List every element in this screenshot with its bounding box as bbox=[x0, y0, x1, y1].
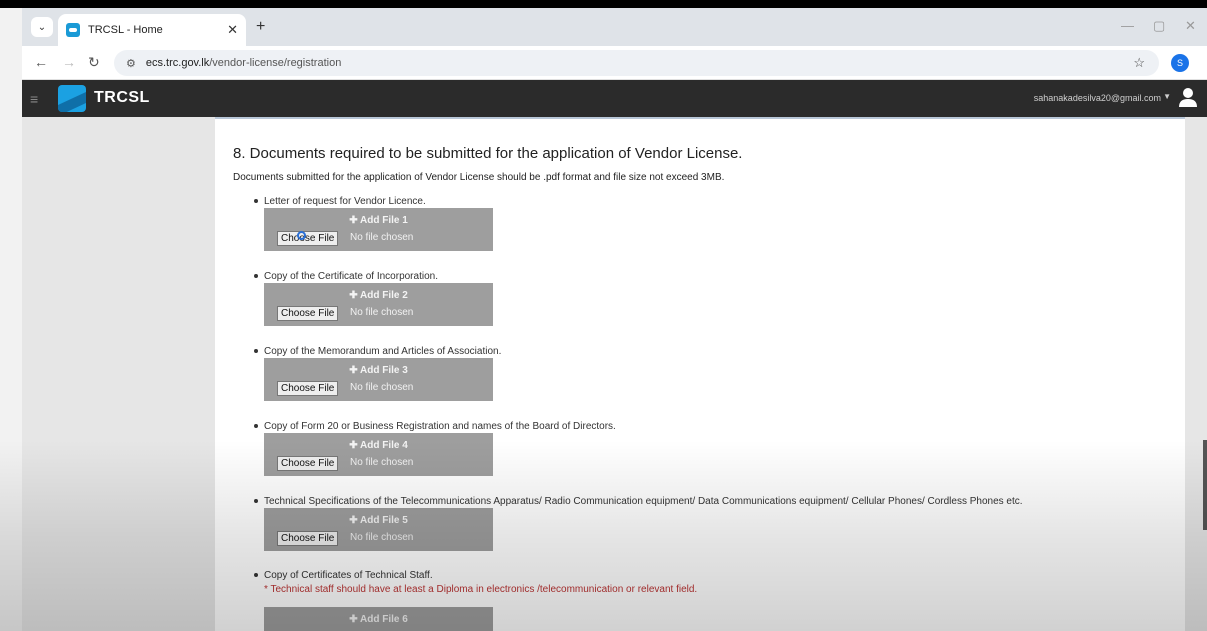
add-file-label: ✚ Add File 6 bbox=[349, 614, 408, 625]
file-status: No file chosen bbox=[350, 232, 414, 243]
address-bar[interactable]: ⚙ ecs.trc.gov.lk/vendor-license/registra… bbox=[114, 50, 1159, 76]
upload-box-5[interactable]: ✚ Add File 5 Choose File No file chosen bbox=[264, 508, 493, 551]
forward-icon[interactable]: → bbox=[62, 54, 76, 70]
trcsl-logo-icon[interactable] bbox=[58, 85, 86, 112]
choose-file-button[interactable]: Choose File bbox=[277, 306, 339, 321]
user-dropdown-caret-icon[interactable]: ▼ bbox=[1163, 92, 1171, 101]
app-logo-text[interactable]: TRCSL bbox=[94, 89, 150, 107]
new-tab-button[interactable]: + bbox=[256, 18, 265, 36]
right-gutter bbox=[1185, 117, 1207, 631]
document-label: Letter of request for Vendor Licence. bbox=[254, 196, 426, 207]
url-text: ecs.trc.gov.lk/vendor-license/registrati… bbox=[145, 57, 342, 69]
choose-file-button[interactable]: Choose File bbox=[277, 231, 339, 246]
tab-trcsl-home[interactable]: TRCSL - Home ✕ bbox=[58, 14, 246, 46]
document-label: Copy of Form 20 or Business Registration… bbox=[254, 421, 616, 432]
tab-title: TRCSL - Home bbox=[88, 24, 163, 36]
left-strip bbox=[0, 8, 22, 631]
minimize-icon[interactable]: — bbox=[1121, 18, 1134, 33]
document-requirement-note: * Technical staff should have at least a… bbox=[264, 584, 698, 595]
mouse-cursor-icon bbox=[297, 231, 306, 240]
restore-icon[interactable]: ▢ bbox=[1153, 18, 1165, 34]
trcsl-favicon-icon bbox=[66, 23, 80, 37]
upload-box-1[interactable]: ✚ Add File 1 Choose File No file chosen bbox=[264, 208, 493, 251]
tab-search-icon[interactable]: ⌄ bbox=[31, 17, 53, 37]
user-email[interactable]: sahanakadesilva20@gmail.com bbox=[1034, 93, 1161, 103]
section-title: 8. Documents required to be submitted fo… bbox=[233, 145, 743, 162]
add-file-label: ✚ Add File 5 bbox=[349, 515, 408, 526]
document-label: Copy of Certificates of Technical Staff. bbox=[254, 570, 433, 581]
document-label: Copy of the Certificate of Incorporation… bbox=[254, 271, 438, 282]
tab-close-icon[interactable]: ✕ bbox=[227, 22, 238, 38]
reload-icon[interactable]: ↻ bbox=[88, 54, 100, 71]
hamburger-menu-icon[interactable]: ≡ bbox=[30, 91, 38, 107]
left-gutter bbox=[22, 117, 215, 631]
choose-file-button[interactable]: Choose File bbox=[277, 381, 339, 396]
file-status: No file chosen bbox=[350, 457, 414, 468]
add-file-label: ✚ Add File 1 bbox=[349, 215, 408, 226]
back-icon[interactable]: ← bbox=[34, 54, 48, 70]
file-status: No file chosen bbox=[350, 382, 414, 393]
scrollbar-thumb[interactable] bbox=[1203, 440, 1207, 530]
bookmark-star-icon[interactable]: ☆ bbox=[1133, 55, 1145, 71]
file-status: No file chosen bbox=[350, 307, 414, 318]
upload-box-6[interactable]: ✚ Add File 6 bbox=[264, 607, 493, 631]
user-icon[interactable] bbox=[1177, 86, 1199, 108]
document-label: Copy of the Memorandum and Articles of A… bbox=[254, 346, 501, 357]
top-edge bbox=[0, 0, 1207, 8]
upload-box-3[interactable]: ✚ Add File 3 Choose File No file chosen bbox=[264, 358, 493, 401]
window-close-icon[interactable]: ✕ bbox=[1185, 18, 1196, 34]
document-label: Technical Specifications of the Telecomm… bbox=[254, 496, 1023, 507]
file-status: No file chosen bbox=[350, 532, 414, 543]
site-info-icon[interactable]: ⚙ bbox=[126, 57, 136, 70]
browser-toolbar: ← → ↻ ⚙ ecs.trc.gov.lk/vendor-license/re… bbox=[22, 46, 1207, 80]
app-header: ≡ TRCSL sahanakadesilva20@gmail.com ▼ bbox=[22, 80, 1207, 117]
add-file-label: ✚ Add File 3 bbox=[349, 365, 408, 376]
tab-strip: ⌄ TRCSL - Home ✕ + — ▢ ✕ bbox=[22, 8, 1207, 46]
choose-file-button[interactable]: Choose File bbox=[277, 456, 339, 471]
upload-box-4[interactable]: ✚ Add File 4 Choose File No file chosen bbox=[264, 433, 493, 476]
add-file-label: ✚ Add File 4 bbox=[349, 440, 408, 451]
add-file-label: ✚ Add File 2 bbox=[349, 290, 408, 301]
profile-avatar[interactable]: S bbox=[1171, 54, 1189, 72]
upload-box-2[interactable]: ✚ Add File 2 Choose File No file chosen bbox=[264, 283, 493, 326]
section-instructions: Documents submitted for the application … bbox=[233, 172, 725, 183]
choose-file-button[interactable]: Choose File bbox=[277, 531, 339, 546]
